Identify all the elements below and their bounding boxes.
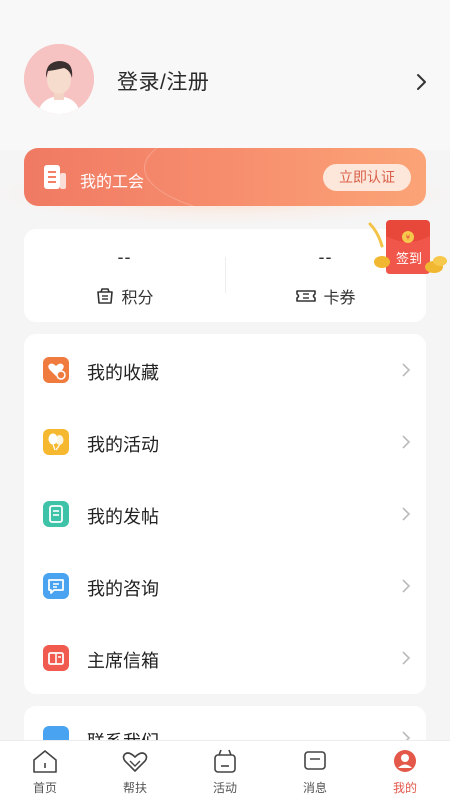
tab-label: 首页	[32, 781, 57, 795]
menu-item-posts[interactable]: 我的发帖	[24, 478, 426, 550]
points-label: 积分	[121, 290, 154, 307]
mailbox-icon	[43, 645, 69, 671]
bottom-tab-bar: 首页 帮扶 活动 消息 我的	[0, 740, 450, 800]
points-bag-icon	[97, 288, 114, 304]
union-banner-area: 我的工会 立即认证	[0, 140, 450, 224]
tab-label: 帮扶	[122, 781, 147, 795]
tab-home[interactable]: 首页	[0, 741, 90, 800]
balloon-icon	[43, 429, 69, 455]
activity-icon	[214, 749, 236, 773]
points-column[interactable]: -- 积分	[24, 229, 225, 322]
chevron-right-icon	[402, 435, 411, 449]
menu-item-label: 我的发帖	[87, 507, 159, 527]
chevron-right-icon	[402, 507, 411, 521]
menu-item-label: 我的收藏	[87, 363, 159, 383]
chevron-right-icon[interactable]	[412, 70, 430, 94]
svg-text:¥: ¥	[406, 234, 411, 242]
chevron-right-icon	[402, 363, 411, 377]
points-value: --	[117, 247, 132, 267]
tab-label: 消息	[302, 781, 327, 795]
menu-item-label: 我的活动	[87, 435, 159, 455]
tab-assistance[interactable]: 帮扶	[90, 741, 180, 800]
menu-item-consultations[interactable]: 我的咨询	[24, 550, 426, 622]
menu-item-label: 主席信箱	[87, 651, 159, 671]
avatar-icon	[24, 44, 94, 114]
tab-mine[interactable]: 我的	[360, 741, 450, 800]
chat-icon	[43, 573, 69, 599]
document-icon	[43, 501, 69, 527]
tab-label: 我的	[392, 781, 417, 795]
profile-header[interactable]: 登录/注册	[0, 0, 450, 150]
coupons-label-row: 卡券	[225, 285, 426, 307]
message-icon	[304, 751, 326, 770]
home-icon	[33, 750, 57, 773]
page: 登录/注册 我的工会 立即认证 -- 积分 -- 卡券 ¥ 签到 我的收藏 我的…	[0, 0, 450, 800]
tab-label: 活动	[212, 781, 237, 795]
menu-item-chairman-mailbox[interactable]: 主席信箱	[24, 622, 426, 694]
union-document-icon	[44, 165, 66, 189]
union-title: 我的工会	[80, 174, 145, 191]
coupons-label: 卡券	[323, 290, 356, 307]
tab-activities[interactable]: 活动	[180, 741, 270, 800]
heart-icon	[43, 357, 69, 383]
menu-list: 我的收藏 我的活动 我的发帖 我的咨询 主席信箱	[24, 334, 426, 694]
tab-messages[interactable]: 消息	[270, 741, 360, 800]
ticket-icon	[296, 290, 317, 302]
profile-icon	[394, 750, 416, 772]
chevron-right-icon	[402, 651, 411, 665]
chevron-right-icon	[402, 579, 411, 593]
avatar[interactable]	[24, 44, 94, 114]
sign-in-label: 签到	[395, 251, 422, 266]
menu-item-label: 我的咨询	[87, 579, 159, 599]
login-register-link[interactable]: 登录/注册	[117, 66, 209, 96]
verify-now-button[interactable]: 立即认证	[323, 164, 411, 191]
menu-item-activities[interactable]: 我的活动	[24, 406, 426, 478]
sign-in-badge[interactable]: ¥ 签到	[366, 218, 450, 280]
menu-item-favorites[interactable]: 我的收藏	[24, 334, 426, 406]
union-banner[interactable]: 我的工会 立即认证	[24, 148, 426, 206]
handshake-icon	[122, 752, 148, 772]
points-label-row: 积分	[24, 285, 225, 307]
